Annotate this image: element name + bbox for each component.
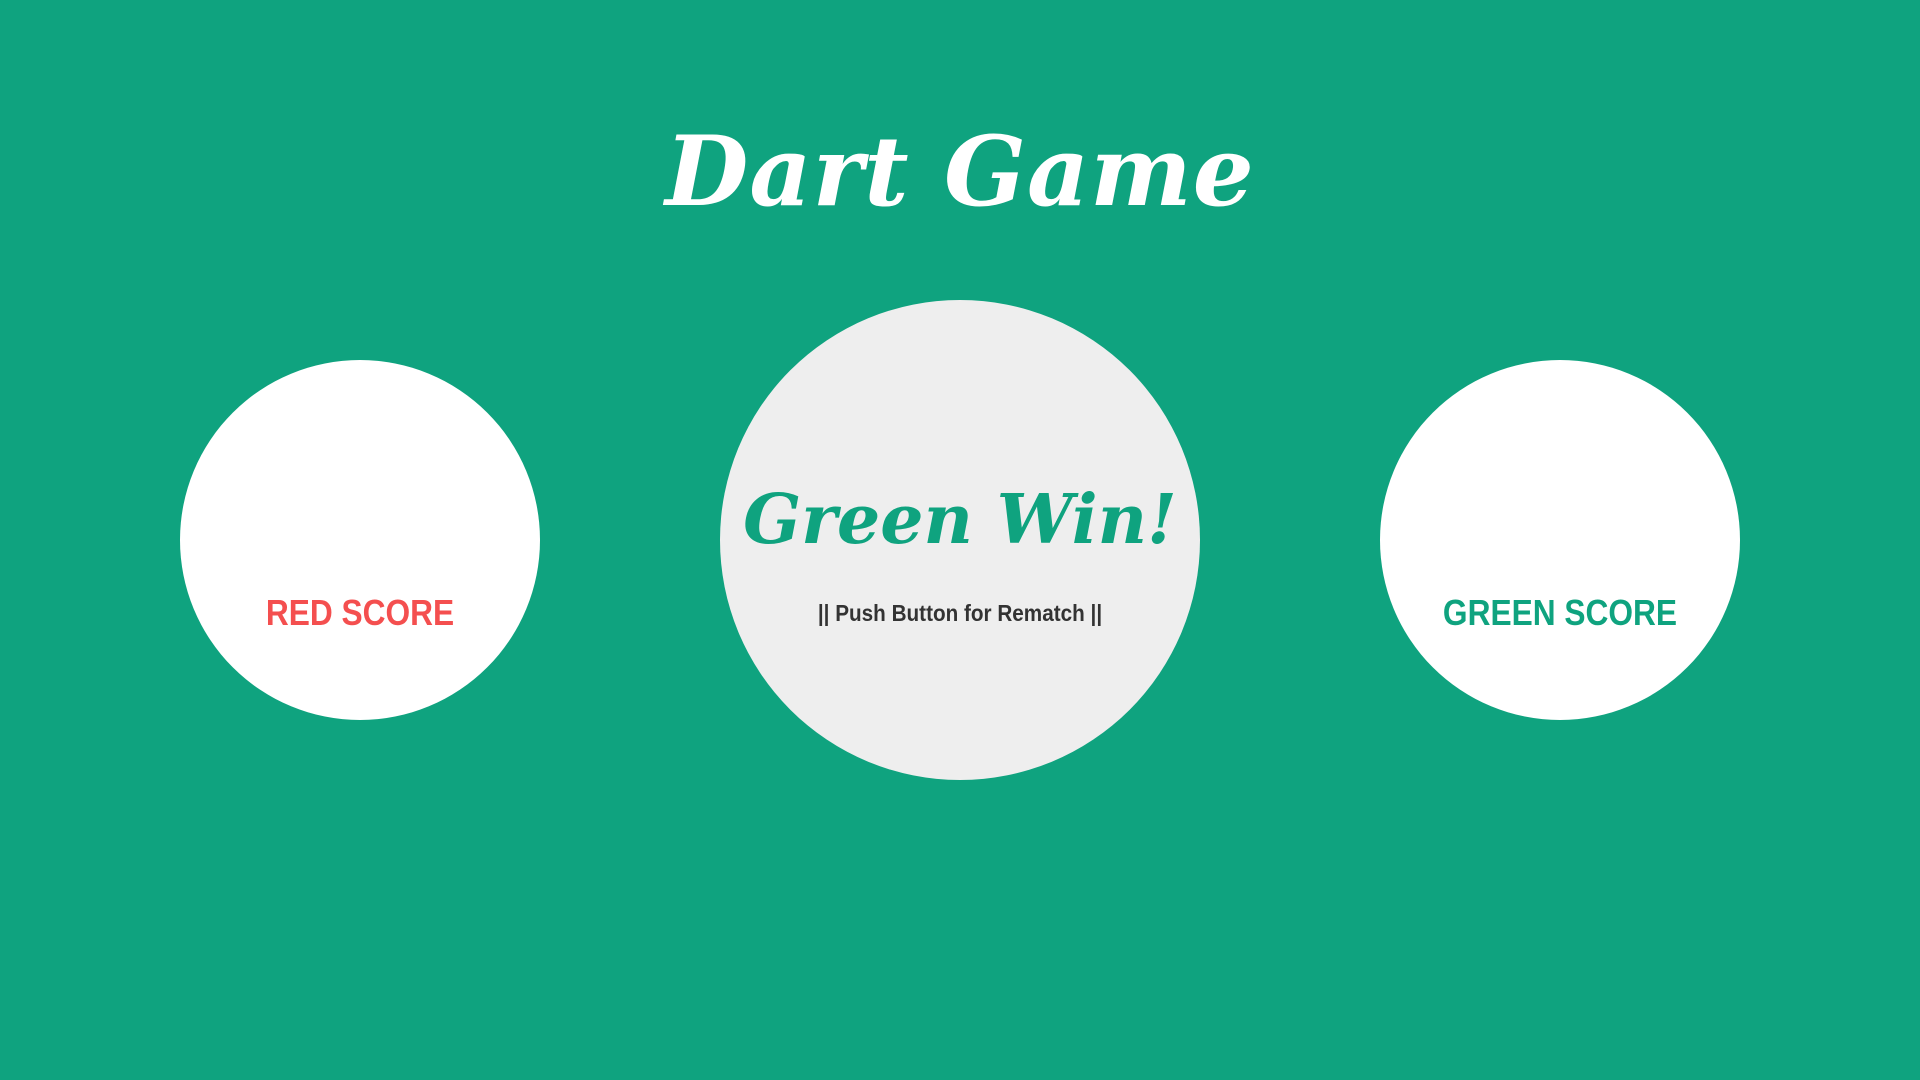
rematch-button[interactable]: Green Win! || Push Button for Rematch || — [720, 300, 1200, 780]
winner-text: Green Win! — [743, 480, 1177, 560]
red-score-panel: RED SCORE — [180, 360, 540, 720]
page-title: Dart Game — [665, 115, 1255, 228]
rematch-instruction: || Push Button for Rematch || — [817, 600, 1103, 626]
green-score-label: GREEN SCORE — [1442, 592, 1678, 633]
green-score-panel: GREEN SCORE — [1380, 360, 1740, 720]
red-score-label: RED SCORE — [265, 592, 455, 633]
